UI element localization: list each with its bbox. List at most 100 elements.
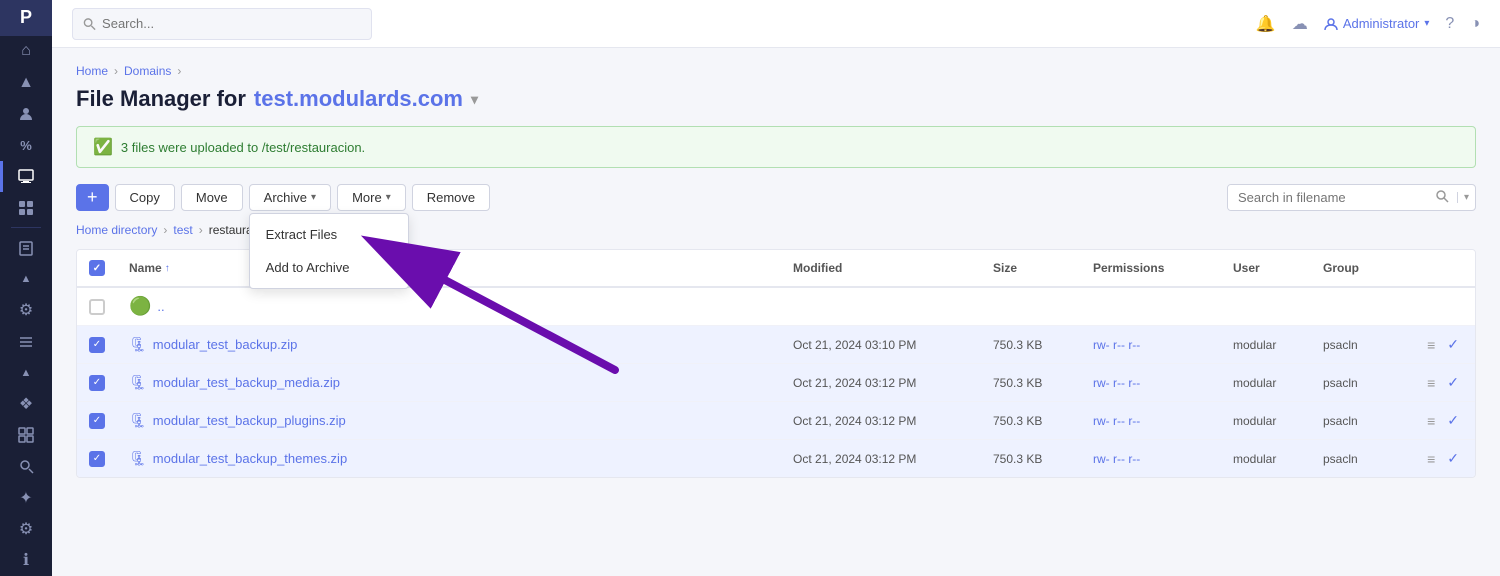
page-title-domain[interactable]: test.modulards.com [254, 86, 463, 112]
sidebar-item-monitor[interactable] [0, 161, 52, 192]
move-button[interactable]: Move [181, 184, 243, 211]
file-name-link[interactable]: 🗜 modular_test_backup_themes.zip [129, 450, 793, 467]
row-check-icon[interactable]: ✓ [1443, 334, 1463, 355]
help-icon[interactable]: ? [1445, 15, 1454, 33]
folder-up-icon: 🟢 [129, 296, 151, 317]
row-checkbox[interactable]: ✓ [89, 451, 105, 467]
file-actions: ≡ ✓ [1413, 372, 1463, 393]
add-to-archive-item[interactable]: Add to Archive [250, 251, 408, 284]
header-checkbox-cell: ✓ [89, 260, 129, 276]
sidebar-item-bottom1[interactable]: ⚙ [0, 513, 52, 544]
notifications-icon[interactable]: 🔔 [1256, 14, 1276, 34]
sidebar-item-collapse2[interactable]: ▲ [0, 357, 52, 388]
more-button[interactable]: More ▾ [337, 184, 406, 211]
sidebar-item-search2[interactable] [0, 451, 52, 482]
file-modified: Oct 21, 2024 03:12 PM [793, 414, 993, 428]
size-column-header: Size [993, 261, 1093, 275]
table-row: 🟢 .. [77, 288, 1475, 326]
file-group: psacln [1323, 338, 1413, 352]
sidebar-item-apps[interactable] [0, 192, 52, 223]
sort-indicator: ↑ [165, 263, 170, 274]
modified-column-header: Modified [793, 261, 993, 275]
filename-search-dropdown-icon[interactable]: ▾ [1457, 192, 1475, 203]
file-name-link[interactable]: 🗜 modular_test_backup_media.zip [129, 374, 793, 391]
archive-label: Archive [264, 190, 307, 205]
file-group: psacln [1323, 414, 1413, 428]
copy-button[interactable]: Copy [115, 184, 175, 211]
sidebar-item-extensions[interactable]: ❖ [0, 388, 52, 419]
breadcrumb-home[interactable]: Home [76, 64, 108, 78]
theme-toggle-icon[interactable]: ◑ [1470, 15, 1480, 33]
sidebar-item-star[interactable]: ✦ [0, 482, 52, 513]
row-checkbox[interactable]: ✓ [89, 337, 105, 353]
row-check-icon[interactable]: ✓ [1443, 448, 1463, 469]
sidebar-item-home[interactable]: ⌂ [0, 36, 52, 67]
name-column-header[interactable]: Name ↑ [129, 261, 793, 275]
file-name-link[interactable]: 🗜 modular_test_backup_plugins.zip [129, 412, 793, 429]
topbar-username: Administrator [1343, 16, 1420, 31]
row-checkbox-cell [89, 299, 129, 315]
sidebar-item-collapse[interactable]: ▲ [0, 263, 52, 294]
breadcrumb-sep1: › [114, 64, 118, 78]
file-permissions: rw- r-- r-- [1093, 376, 1233, 390]
row-menu-icon[interactable]: ≡ [1423, 411, 1439, 431]
path-test[interactable]: test [173, 223, 192, 237]
row-checkbox[interactable] [89, 299, 105, 315]
sidebar-item-bottom2[interactable]: ℹ [0, 545, 52, 576]
file-actions: ≡ ✓ [1413, 410, 1463, 431]
row-check-icon[interactable]: ✓ [1443, 372, 1463, 393]
sidebar-item-grid[interactable] [0, 420, 52, 451]
row-checkbox[interactable]: ✓ [89, 375, 105, 391]
breadcrumb-sep2: › [177, 64, 181, 78]
select-all-checkbox[interactable]: ✓ [89, 260, 105, 276]
success-icon: ✅ [93, 137, 113, 157]
path-home-dir[interactable]: Home directory [76, 223, 157, 237]
sidebar-item-book[interactable] [0, 232, 52, 263]
filename-search-icon[interactable] [1428, 190, 1457, 206]
page-title-chevron[interactable]: ▾ [471, 91, 478, 108]
path-sep1: › [163, 223, 167, 237]
page-title: File Manager for test.modulards.com ▾ [76, 86, 1476, 112]
more-dropdown-container: More ▾ [337, 184, 406, 211]
row-menu-icon[interactable]: ≡ [1423, 449, 1439, 469]
sidebar-item-gear[interactable]: ⚙ [0, 295, 52, 326]
table-row: ✓ 🗜 modular_test_backup_media.zip Oct 21… [77, 364, 1475, 402]
add-button[interactable]: + [76, 184, 109, 211]
filename-search-input[interactable] [1228, 185, 1428, 210]
topbar-user[interactable]: Administrator ▾ [1324, 16, 1430, 31]
main-wrapper: 🔔 ☁ Administrator ▾ ? ◑ Home › Domains ›… [52, 0, 1500, 576]
sidebar: P ⌂ ▲ % ▲ ⚙ ▲ ❖ ✦ ⚙ ℹ [0, 0, 52, 576]
parent-dir-link[interactable]: 🟢 .. [129, 296, 793, 317]
archive-button[interactable]: Archive ▾ [249, 184, 331, 211]
sidebar-item-up[interactable]: ▲ [0, 67, 52, 98]
file-modified: Oct 21, 2024 03:12 PM [793, 452, 993, 466]
sidebar-item-list[interactable] [0, 326, 52, 357]
file-user: modular [1233, 452, 1323, 466]
row-checkbox-cell: ✓ [89, 337, 129, 353]
remove-button[interactable]: Remove [412, 184, 490, 211]
zip-file-icon: 🗜 [129, 412, 147, 429]
topbar-user-chevron: ▾ [1424, 18, 1429, 29]
extract-files-item[interactable]: Extract Files [250, 218, 408, 251]
sidebar-logo: P [0, 0, 52, 36]
cloud-icon[interactable]: ☁ [1292, 14, 1308, 34]
breadcrumb-domains[interactable]: Domains [124, 64, 171, 78]
row-menu-icon[interactable]: ≡ [1423, 373, 1439, 393]
file-name-link[interactable]: 🗜 modular_test_backup.zip [129, 336, 793, 353]
zip-file-icon: 🗜 [129, 450, 147, 467]
sidebar-item-user[interactable] [0, 98, 52, 129]
toolbar: + Copy Move Archive ▾ Extract Files Add … [76, 184, 1476, 211]
table-row: ✓ 🗜 modular_test_backup_themes.zip Oct 2… [77, 440, 1475, 477]
topbar-search-input[interactable] [102, 16, 361, 31]
archive-chevron-icon: ▾ [311, 192, 316, 203]
file-group: psacln [1323, 376, 1413, 390]
row-checkbox[interactable]: ✓ [89, 413, 105, 429]
file-modified: Oct 21, 2024 03:12 PM [793, 376, 993, 390]
content-area: Home › Domains › File Manager for test.m… [52, 48, 1500, 576]
file-permissions: rw- r-- r-- [1093, 338, 1233, 352]
row-menu-icon[interactable]: ≡ [1423, 335, 1439, 355]
archive-dropdown-menu: Extract Files Add to Archive [249, 213, 409, 289]
sidebar-item-percent[interactable]: % [0, 130, 52, 161]
more-label: More [352, 190, 382, 205]
row-check-icon[interactable]: ✓ [1443, 410, 1463, 431]
